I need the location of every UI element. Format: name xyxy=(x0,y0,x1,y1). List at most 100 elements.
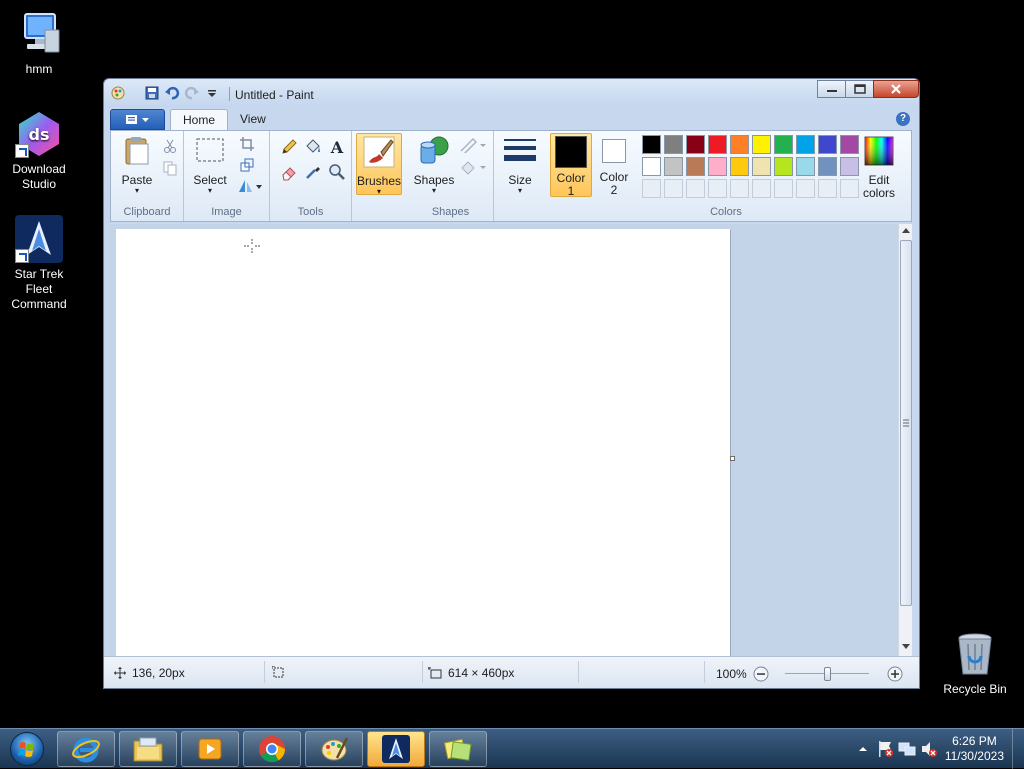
palette-swatch[interactable] xyxy=(730,157,749,176)
palette-swatch-custom[interactable] xyxy=(642,179,661,198)
paint-app-icon[interactable] xyxy=(110,85,126,101)
maximize-button[interactable] xyxy=(845,80,874,98)
palette-swatch[interactable] xyxy=(686,135,705,154)
tab-view[interactable]: View xyxy=(228,109,278,131)
paste-button[interactable]: Paste ▾ xyxy=(117,135,157,195)
group-clipboard: Paste ▾ Clipboard xyxy=(111,131,184,221)
tab-home[interactable]: Home xyxy=(170,109,229,131)
undo-icon[interactable] xyxy=(164,85,180,101)
shapes-button[interactable]: Shapes ▾ xyxy=(412,135,456,195)
text-tool[interactable]: A xyxy=(326,137,348,157)
brushes-button[interactable]: Brushes ▾ xyxy=(356,133,402,196)
palette-swatch[interactable] xyxy=(796,157,815,176)
magnifier-tool[interactable] xyxy=(326,162,348,182)
zoom-slider-thumb[interactable] xyxy=(823,667,831,681)
status-separator xyxy=(264,661,265,683)
eraser-tool[interactable] xyxy=(278,162,300,182)
clock-time: 6:26 PM xyxy=(952,734,997,748)
show-desktop-button[interactable] xyxy=(1012,729,1024,769)
color2-label: Color 2 xyxy=(599,170,629,197)
color-picker-tool[interactable] xyxy=(302,162,324,182)
action-center-flag-icon[interactable] xyxy=(876,740,894,758)
palette-swatch-custom[interactable] xyxy=(664,179,683,198)
copy-button[interactable] xyxy=(159,158,181,178)
taskbar-sticky-notes[interactable] xyxy=(429,731,487,767)
cut-button[interactable] xyxy=(159,136,181,156)
start-button[interactable] xyxy=(2,730,52,768)
rotate-button[interactable] xyxy=(236,176,264,196)
desktop-icon-recycle-bin[interactable]: Recycle Bin xyxy=(936,630,1014,697)
color2-button[interactable]: Color 2 xyxy=(594,133,634,197)
show-hidden-icons-icon[interactable] xyxy=(858,744,868,754)
palette-swatch-custom[interactable] xyxy=(774,179,793,198)
crop-button[interactable] xyxy=(236,134,258,154)
move-cursor-icon xyxy=(114,667,126,679)
help-icon[interactable]: ? xyxy=(896,112,910,126)
star-trek-icon xyxy=(15,215,63,263)
taskbar-internet-explorer[interactable] xyxy=(57,731,115,767)
paint-menu-button[interactable] xyxy=(110,109,165,130)
taskbar-paint[interactable] xyxy=(305,731,363,767)
palette-swatch[interactable] xyxy=(752,135,771,154)
clock[interactable]: 6:26 PM 11/30/2023 xyxy=(945,734,1004,764)
edit-colors-button[interactable]: Edit colors xyxy=(856,135,902,200)
chevron-down-icon: ▾ xyxy=(376,187,381,196)
palette-swatch-custom[interactable] xyxy=(708,179,727,198)
taskbar-file-explorer[interactable] xyxy=(119,731,177,767)
save-icon[interactable] xyxy=(144,85,160,101)
palette-swatch[interactable] xyxy=(730,135,749,154)
fill-icon xyxy=(461,161,486,175)
redo-icon[interactable] xyxy=(184,85,200,101)
zoom-out-icon[interactable] xyxy=(753,666,769,682)
palette-swatch[interactable] xyxy=(774,157,793,176)
palette-swatch[interactable] xyxy=(708,135,727,154)
palette-swatch-custom[interactable] xyxy=(752,179,771,198)
canvas-resize-handle[interactable] xyxy=(730,456,735,461)
palette-swatch[interactable] xyxy=(818,157,837,176)
scroll-up-icon[interactable] xyxy=(902,228,910,233)
maximize-icon xyxy=(853,84,866,94)
vertical-scrollbar[interactable] xyxy=(898,224,912,656)
status-bar: 136, 20px 614 × 460px 100% xyxy=(104,656,919,688)
zoom-in-icon[interactable] xyxy=(887,666,903,682)
palette-swatch-custom[interactable] xyxy=(796,179,815,198)
desktop-icon-star-trek-fleet-command[interactable]: Star Trek Fleet Command xyxy=(0,215,78,312)
outline-button[interactable] xyxy=(458,135,488,155)
taskbar-chrome[interactable] xyxy=(243,731,301,767)
palette-swatch[interactable] xyxy=(818,135,837,154)
palette-swatch[interactable] xyxy=(664,135,683,154)
close-button[interactable] xyxy=(873,80,919,98)
customize-qat-icon[interactable] xyxy=(204,85,220,101)
fill-tool[interactable] xyxy=(302,137,324,157)
palette-swatch[interactable] xyxy=(642,157,661,176)
volume-muted-icon[interactable] xyxy=(920,740,938,758)
palette-swatch[interactable] xyxy=(664,157,683,176)
taskbar-media-player[interactable] xyxy=(181,731,239,767)
palette-swatch[interactable] xyxy=(796,135,815,154)
taskbar-star-trek-fleet-command[interactable] xyxy=(367,731,425,767)
network-icon[interactable] xyxy=(898,740,916,758)
palette-swatch[interactable] xyxy=(708,157,727,176)
color1-button[interactable]: Color 1 xyxy=(550,133,592,198)
scroll-down-icon[interactable] xyxy=(902,644,910,649)
drawing-canvas[interactable] xyxy=(116,229,730,656)
canvas-viewport xyxy=(110,224,898,656)
select-button[interactable]: Select ▾ xyxy=(190,135,230,195)
minimize-button[interactable] xyxy=(817,80,846,98)
pencil-tool[interactable] xyxy=(278,137,300,157)
fill-button[interactable] xyxy=(458,157,488,177)
scrollbar-thumb[interactable] xyxy=(900,240,912,606)
resize-button[interactable] xyxy=(236,155,258,175)
palette-swatch-custom[interactable] xyxy=(818,179,837,198)
palette-swatch-custom[interactable] xyxy=(730,179,749,198)
palette-swatch[interactable] xyxy=(642,135,661,154)
desktop-icon-hmm[interactable]: hmm xyxy=(0,10,78,77)
palette-swatch[interactable] xyxy=(686,157,705,176)
desktop-icon-download-studio[interactable]: ds Download Studio xyxy=(0,110,78,192)
palette-swatch[interactable] xyxy=(752,157,771,176)
size-button[interactable]: Size ▾ xyxy=(500,135,540,195)
palette-swatch[interactable] xyxy=(774,135,793,154)
palette-swatch-custom[interactable] xyxy=(686,179,705,198)
chevron-down-icon: ▾ xyxy=(207,186,212,195)
zoom-slider[interactable] xyxy=(784,666,869,682)
